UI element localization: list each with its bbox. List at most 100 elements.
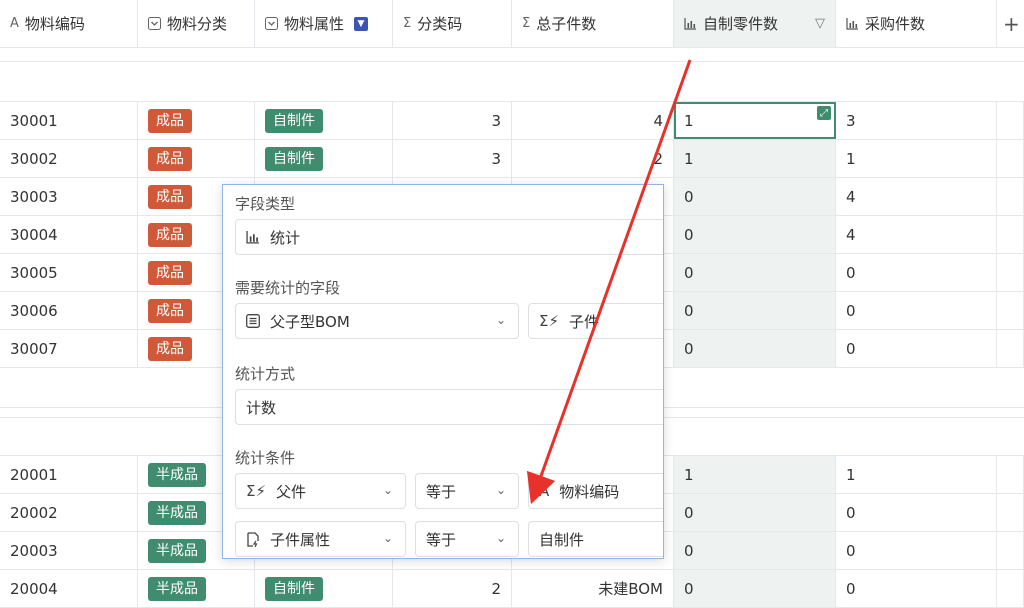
cell-buy[interactable]: 3 bbox=[836, 102, 997, 139]
cell-buy[interactable]: 1 bbox=[836, 456, 997, 493]
cell-self[interactable]: 0 bbox=[674, 532, 836, 569]
cell-value: 30001 bbox=[10, 111, 58, 130]
cell-code[interactable]: 30004 bbox=[0, 216, 138, 253]
conditions-label: 统计条件 bbox=[235, 449, 296, 467]
empty-cell[interactable] bbox=[997, 140, 1024, 177]
table-row[interactable]: 30002 成品 自制件 3 2 1 1 bbox=[0, 140, 1024, 178]
column-header-class-code[interactable]: Σ 分类码 bbox=[393, 0, 512, 48]
chevron-down-icon: ⌄ bbox=[495, 313, 506, 327]
cell-buy[interactable]: 0 bbox=[836, 254, 997, 291]
cell-self[interactable]: 1 ⤢ bbox=[674, 102, 836, 139]
condition1-operator-select[interactable]: 等于 ⌄ bbox=[415, 473, 519, 509]
cell-buy[interactable]: 0 bbox=[836, 532, 997, 569]
cell-classcode[interactable]: 3 bbox=[393, 102, 512, 139]
stat-subfield-select[interactable]: Σ⚡ 子件 bbox=[528, 303, 663, 339]
cell-self[interactable]: 0 bbox=[674, 292, 836, 329]
column-header-material-code[interactable]: A 物料编码 bbox=[0, 0, 138, 48]
column-header-total-subparts[interactable]: Σ 总子件数 bbox=[512, 0, 674, 48]
cell-self[interactable]: 0 bbox=[674, 494, 836, 531]
cell-value: 0 bbox=[684, 541, 694, 560]
cell-self[interactable]: 0 bbox=[674, 570, 836, 607]
field-type-select[interactable]: 统计 bbox=[235, 219, 663, 255]
condition1-field-select[interactable]: Σ⚡ 父件 ⌄ bbox=[235, 473, 406, 509]
table-row[interactable]: 20004 半成品 自制件 2 未建BOM 0 0 bbox=[0, 570, 1024, 608]
cell-classcode[interactable]: 3 bbox=[393, 140, 512, 177]
cell-cat[interactable]: 成品 bbox=[138, 140, 255, 177]
cell-self[interactable]: 0 bbox=[674, 178, 836, 215]
cell-code[interactable]: 30001 bbox=[0, 102, 138, 139]
cell-self[interactable]: 0 bbox=[674, 330, 836, 367]
cell-self[interactable]: 0 bbox=[674, 216, 836, 253]
cell-value: 4 bbox=[846, 187, 856, 206]
cell-code[interactable]: 20002 bbox=[0, 494, 138, 531]
condition2-value-input[interactable]: 自制件 bbox=[528, 521, 663, 557]
cell-self[interactable]: 1 bbox=[674, 140, 836, 177]
add-column-button[interactable]: + bbox=[997, 0, 1024, 48]
stat-method-select[interactable]: 计数 bbox=[235, 389, 663, 425]
expand-icon[interactable]: ⤢ bbox=[817, 106, 831, 120]
cell-value: 0 bbox=[684, 339, 694, 358]
empty-cell[interactable] bbox=[997, 102, 1024, 139]
category-tag: 成品 bbox=[148, 222, 192, 247]
cell-code[interactable]: 30005 bbox=[0, 254, 138, 291]
chevron-down-icon: ⌄ bbox=[382, 531, 393, 545]
empty-cell[interactable] bbox=[997, 330, 1024, 367]
table-icon bbox=[246, 314, 260, 328]
cell-attr[interactable]: 自制件 bbox=[255, 140, 393, 177]
cell-value: 0 bbox=[846, 301, 856, 320]
stat-field-select[interactable]: 父子型BOM ⌄ bbox=[235, 303, 519, 339]
cell-buy[interactable]: 1 bbox=[836, 140, 997, 177]
cell-attr[interactable]: 自制件 bbox=[255, 102, 393, 139]
cell-code[interactable]: 30006 bbox=[0, 292, 138, 329]
funnel-icon[interactable]: ▽ bbox=[815, 16, 825, 31]
cell-value: 3 bbox=[846, 111, 856, 130]
cell-cat[interactable]: 成品 bbox=[138, 102, 255, 139]
condition2-field-select[interactable]: 子件属性 ⌄ bbox=[235, 521, 406, 557]
condition2-operator-select[interactable]: 等于 ⌄ bbox=[415, 521, 519, 557]
text-icon: A bbox=[539, 482, 550, 500]
cell-buy[interactable]: 0 bbox=[836, 494, 997, 531]
column-header-material-attribute[interactable]: 物料属性 ▼ bbox=[255, 0, 393, 48]
empty-cell[interactable] bbox=[997, 532, 1024, 569]
cell-cat[interactable]: 半成品 bbox=[138, 570, 255, 607]
empty-cell[interactable] bbox=[997, 216, 1024, 253]
text-icon: A bbox=[10, 16, 19, 31]
cell-classcode[interactable]: 2 bbox=[393, 570, 512, 607]
cell-buy[interactable]: 0 bbox=[836, 330, 997, 367]
cell-value: 2 bbox=[491, 579, 501, 598]
filter-icon[interactable]: ▼ bbox=[354, 16, 369, 31]
empty-cell[interactable] bbox=[997, 292, 1024, 329]
column-header-material-category[interactable]: 物料分类 bbox=[138, 0, 255, 48]
empty-cell[interactable] bbox=[997, 254, 1024, 291]
sigma-lightning-icon: Σ⚡ bbox=[539, 312, 560, 330]
cell-total[interactable]: 未建BOM bbox=[512, 570, 674, 607]
cell-buy[interactable]: 0 bbox=[836, 570, 997, 607]
cell-buy[interactable]: 0 bbox=[836, 292, 997, 329]
cell-code[interactable]: 20001 bbox=[0, 456, 138, 493]
empty-cell[interactable] bbox=[997, 456, 1024, 493]
cell-code[interactable]: 30002 bbox=[0, 140, 138, 177]
cell-attr[interactable]: 自制件 bbox=[255, 570, 393, 607]
empty-cell[interactable] bbox=[997, 178, 1024, 215]
table-row[interactable]: 30001 成品 自制件 3 4 1 ⤢ 3 bbox=[0, 102, 1024, 140]
column-header-purchased-parts[interactable]: 采购件数 bbox=[836, 0, 997, 48]
cell-value: 0 bbox=[846, 263, 856, 282]
condition1-value-select[interactable]: A 物料编码 bbox=[528, 473, 663, 509]
cell-code[interactable]: 30003 bbox=[0, 178, 138, 215]
cell-total[interactable]: 2 bbox=[512, 140, 674, 177]
empty-cell[interactable] bbox=[997, 494, 1024, 531]
cell-code[interactable]: 30007 bbox=[0, 330, 138, 367]
cell-self[interactable]: 1 bbox=[674, 456, 836, 493]
cell-self[interactable]: 0 bbox=[674, 254, 836, 291]
cell-buy[interactable]: 4 bbox=[836, 178, 997, 215]
cell-total[interactable]: 4 bbox=[512, 102, 674, 139]
empty-cell[interactable] bbox=[997, 570, 1024, 607]
category-tag: 成品 bbox=[148, 108, 192, 133]
cell-code[interactable]: 20003 bbox=[0, 532, 138, 569]
cell-buy[interactable]: 4 bbox=[836, 216, 997, 253]
column-header-self-made-parts[interactable]: 自制零件数 ▽ bbox=[674, 0, 836, 48]
stat-field-label: 需要统计的字段 bbox=[235, 279, 341, 297]
group-header-finished[interactable] bbox=[0, 62, 1024, 102]
cell-code[interactable]: 20004 bbox=[0, 570, 138, 607]
cell-value: 2 bbox=[653, 149, 663, 168]
